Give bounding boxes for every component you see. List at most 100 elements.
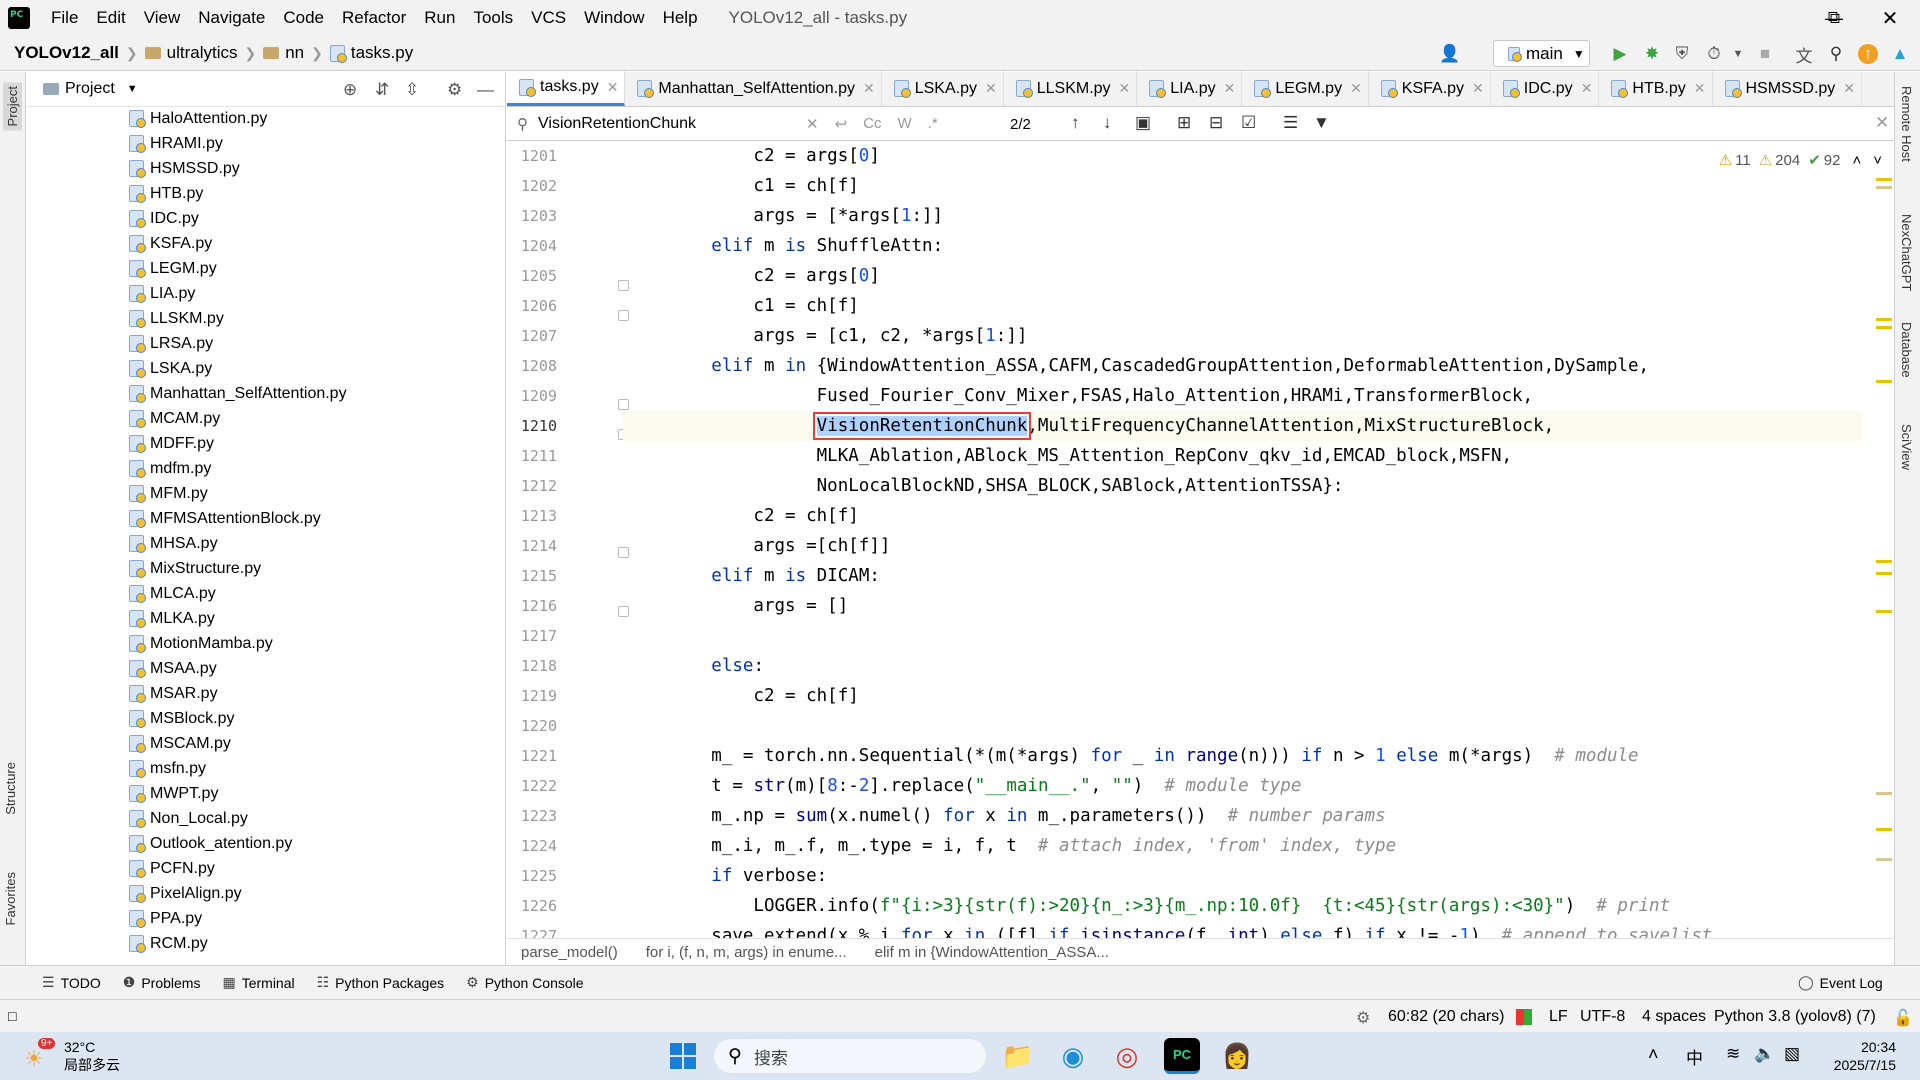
event-log-button[interactable]: ◯ Event Log — [1798, 974, 1883, 991]
battery-icon[interactable]: ▧ — [1784, 1044, 1800, 1064]
error-stripe-mark[interactable] — [1876, 186, 1892, 189]
code-line[interactable]: m_.np = sum(x.numel() for x in m_.parame… — [623, 801, 1863, 831]
line-number[interactable]: 1209 — [507, 381, 623, 411]
tool-project[interactable]: Project — [3, 82, 22, 131]
line-number[interactable]: 1212 — [507, 471, 623, 501]
line-number[interactable]: 1225 — [507, 861, 623, 891]
tool-database[interactable]: Database — [1899, 322, 1914, 378]
tool-structure[interactable]: Structure — [3, 762, 18, 815]
error-stripe-mark[interactable] — [1876, 792, 1892, 795]
file-tree-item[interactable]: IDC.py — [27, 206, 497, 231]
search-icon[interactable]: ⚲ — [1826, 44, 1846, 64]
code-line[interactable] — [623, 711, 1863, 741]
filter-options-icon[interactable]: ☰ — [1283, 113, 1298, 133]
menu-help[interactable]: Help — [654, 8, 707, 28]
editor-tab[interactable]: IDC.py ✕ — [1491, 71, 1600, 106]
line-number[interactable]: 1211 — [507, 441, 623, 471]
code-line[interactable]: Fused_Fourier_Conv_Mixer,FSAS,Halo_Atten… — [623, 381, 1863, 411]
close-find-icon[interactable]: ✕ — [1875, 113, 1889, 133]
code-line[interactable]: elif m is DICAM: — [623, 561, 1863, 591]
close-tab-icon[interactable]: ✕ — [1224, 80, 1236, 97]
menu-window[interactable]: Window — [575, 8, 653, 28]
close-tab-icon[interactable]: ✕ — [1350, 80, 1362, 97]
file-tree-item[interactable]: LIA.py — [27, 281, 497, 306]
taskbar-search[interactable]: ⚲ 搜索 — [714, 1039, 986, 1073]
line-number[interactable]: 1204 — [507, 231, 623, 261]
chevron-down-icon[interactable]: ˅ — [1873, 152, 1882, 169]
error-stripe-mark[interactable] — [1876, 326, 1892, 329]
file-tree-item[interactable]: Manhattan_SelfAttention.py — [27, 381, 497, 406]
line-number[interactable]: 1214 — [507, 531, 623, 561]
file-encoding[interactable]: UTF-8 — [1580, 1008, 1625, 1026]
code-line[interactable]: MLKA_Ablation,ABlock_MS_Attention_RepCon… — [623, 441, 1863, 471]
gear-icon[interactable]: ⚙ — [447, 80, 462, 100]
file-tree-item[interactable]: LRSA.py — [27, 331, 497, 356]
close-tab-icon[interactable]: ✕ — [607, 79, 619, 96]
regex-toggle[interactable]: .* — [928, 115, 938, 132]
python-interpreter[interactable]: Python 3.8 (yolov8) (7) — [1714, 1008, 1876, 1026]
code-line[interactable] — [623, 621, 1863, 651]
user-icon[interactable]: 👤 — [1439, 44, 1460, 64]
clear-search-icon[interactable]: ✕ — [806, 115, 819, 133]
close-tab-icon[interactable]: ✕ — [1581, 80, 1593, 97]
error-stripe-mark[interactable] — [1876, 828, 1892, 831]
close-tab-icon[interactable]: ✕ — [1119, 80, 1131, 97]
file-tree-item[interactable]: Non_Local.py — [27, 806, 497, 831]
editor-tab[interactable]: tasks.py ✕ — [507, 71, 626, 106]
locate-icon[interactable]: ⊕ — [343, 80, 357, 100]
wifi-icon[interactable]: ≋ — [1726, 1044, 1740, 1064]
open-in-window-icon[interactable]: ▣ — [1135, 113, 1151, 133]
chevron-down-icon[interactable]: ▼ — [127, 83, 138, 95]
problems-button[interactable]: ❶ Problems — [123, 974, 201, 991]
search-input[interactable]: VisionRetentionChunk — [538, 115, 798, 133]
line-number[interactable]: 1201 — [507, 141, 623, 171]
panel-toggle-icon[interactable]: □ — [8, 1008, 16, 1024]
file-tree-item[interactable]: MCAM.py — [27, 406, 497, 431]
weather-icon[interactable]: ☀ 9+ — [20, 1038, 56, 1072]
menu-tools[interactable]: Tools — [464, 8, 522, 28]
whole-word-toggle[interactable]: W — [898, 115, 912, 132]
editor-tab[interactable]: KSFA.py ✕ — [1369, 71, 1491, 106]
code-line[interactable]: m_ = torch.nn.Sequential(*(m(*args) for … — [623, 741, 1863, 771]
error-stripe-mark[interactable] — [1876, 560, 1892, 563]
line-number[interactable]: 1215 — [507, 561, 623, 591]
file-tree-item[interactable]: MFM.py — [27, 481, 497, 506]
line-number[interactable]: 1202 — [507, 171, 623, 201]
menu-run[interactable]: Run — [415, 8, 464, 28]
file-tree-item[interactable]: PCFN.py — [27, 856, 497, 881]
code-line[interactable]: args =[ch[f]] — [623, 531, 1863, 561]
start-button[interactable] — [665, 1038, 701, 1074]
close-tab-icon[interactable]: ✕ — [863, 80, 875, 97]
line-separator[interactable]: LF — [1549, 1008, 1568, 1026]
close-tab-icon[interactable]: ✕ — [1472, 80, 1484, 97]
plugin-logo-icon[interactable]: ▲ — [1890, 44, 1910, 64]
file-tree-item[interactable]: MixStructure.py — [27, 556, 497, 581]
code-line[interactable]: c1 = ch[f] — [623, 291, 1863, 321]
line-number[interactable]: 1206 — [507, 291, 623, 321]
pycharm-taskbar-icon[interactable]: PC — [1164, 1038, 1200, 1074]
menu-file[interactable]: File — [42, 8, 87, 28]
editor-tab[interactable]: LEGM.py ✕ — [1242, 71, 1369, 106]
line-number[interactable]: 1217 — [507, 621, 623, 651]
file-tree-item[interactable]: MSAA.py — [27, 656, 497, 681]
code-line[interactable]: elif m is ShuffleAttn: — [623, 231, 1863, 261]
line-number[interactable]: 1221 — [507, 741, 623, 771]
editor-tab[interactable]: LIA.py ✕ — [1137, 71, 1243, 106]
menu-view[interactable]: View — [135, 8, 190, 28]
tool-nexchatgpt[interactable]: NexChatGPT — [1899, 214, 1914, 291]
close-window-icon[interactable]: ✕ — [1866, 0, 1914, 36]
close-tab-icon[interactable]: ✕ — [985, 80, 997, 97]
update-icon[interactable]: ↑ — [1858, 44, 1878, 64]
code-line[interactable]: args = [c1, c2, *args[1:]] — [623, 321, 1863, 351]
file-tree-item[interactable]: HRAMI.py — [27, 131, 497, 156]
coverage-icon[interactable]: ⛨ — [1672, 44, 1692, 64]
tool-sciview[interactable]: SciView — [1899, 424, 1914, 470]
code-line[interactable]: elif m in {WindowAttention_ASSA,CAFM,Cas… — [623, 351, 1863, 381]
cursor-position[interactable]: 60:82 (20 chars) — [1388, 1008, 1505, 1026]
file-tree-item[interactable]: PixelAlign.py — [27, 881, 497, 906]
code-line[interactable]: if verbose: — [623, 861, 1863, 891]
code-line[interactable]: c2 = ch[f] — [623, 681, 1863, 711]
menu-refactor[interactable]: Refactor — [333, 8, 415, 28]
file-tree-item[interactable]: MSCAM.py — [27, 731, 497, 756]
code-line[interactable]: else: — [623, 651, 1863, 681]
